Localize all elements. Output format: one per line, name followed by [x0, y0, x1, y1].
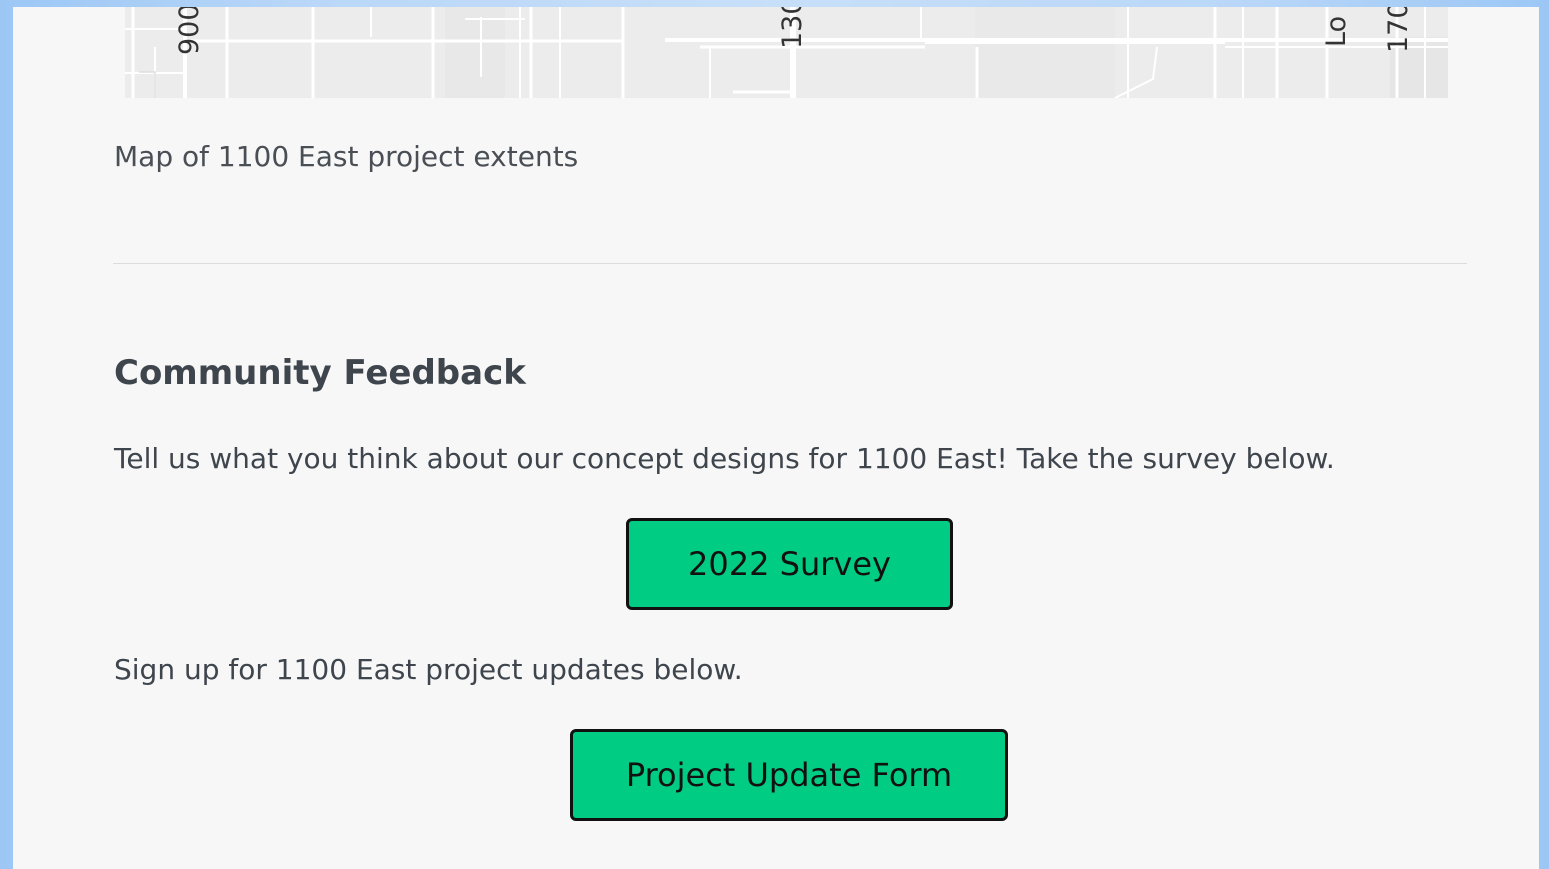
project-map[interactable]: 900 130 Lo 170 — [125, 7, 1448, 98]
map-street-label: 170 — [1383, 7, 1414, 53]
project-update-form-button[interactable]: Project Update Form — [570, 729, 1008, 821]
section-divider — [113, 263, 1467, 264]
survey-button[interactable]: 2022 Survey — [626, 518, 953, 610]
map-tiles: 900 130 Lo 170 — [125, 7, 1448, 98]
survey-intro-text: Tell us what you think about our concept… — [114, 442, 1335, 475]
page-content: 900 130 Lo 170 Map of 1100 East project … — [13, 7, 1539, 869]
map-street-label: 130 — [777, 7, 808, 49]
map-street-label: Lo — [1321, 16, 1352, 47]
community-feedback-heading: Community Feedback — [114, 353, 526, 393]
map-street-label: 900 — [174, 7, 205, 55]
map-caption: Map of 1100 East project extents — [114, 140, 579, 173]
signup-text: Sign up for 1100 East project updates be… — [114, 653, 743, 686]
